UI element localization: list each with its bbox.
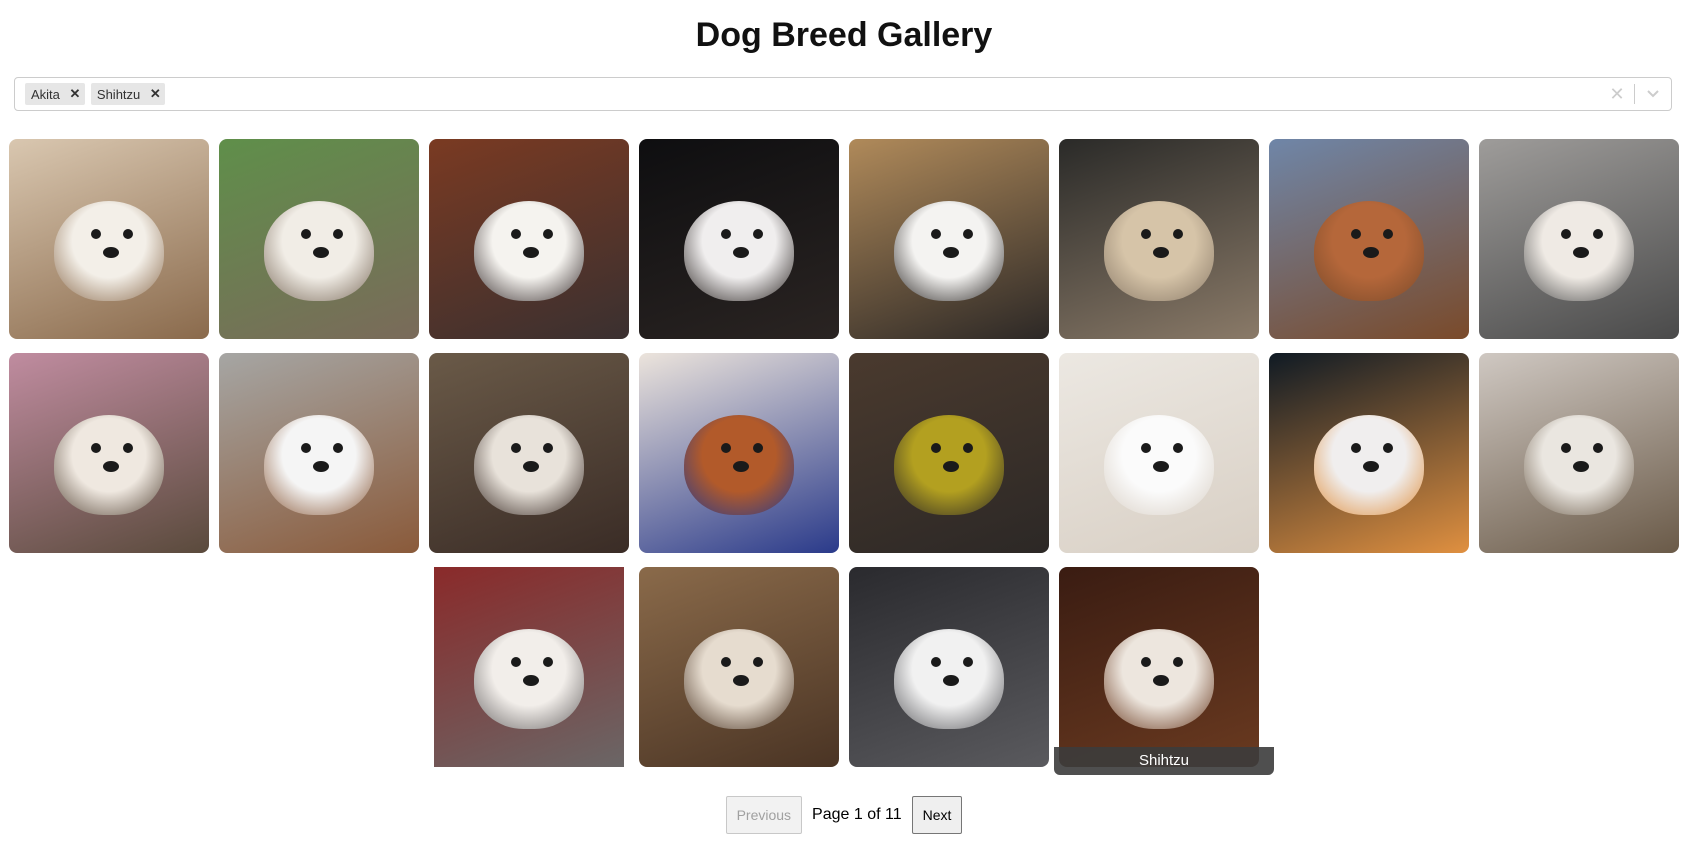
dog-image[interactable]: [434, 567, 624, 767]
dog-eye: [1593, 229, 1603, 239]
dog-nose: [1153, 675, 1169, 686]
dog-image[interactable]: [9, 139, 209, 339]
close-icon[interactable]: ✕: [1600, 78, 1634, 110]
dog-nose: [1153, 461, 1169, 472]
previous-button[interactable]: Previous: [725, 796, 803, 834]
dog-eye: [963, 443, 973, 453]
dog-eye: [753, 443, 763, 453]
next-button[interactable]: Next: [911, 796, 963, 834]
dog-eye: [543, 443, 553, 453]
dog-eye: [721, 229, 731, 239]
dog-eye: [1383, 443, 1393, 453]
chip-akita: Akita ✕: [25, 83, 85, 105]
dog-image[interactable]: [9, 353, 209, 553]
dog-eye: [931, 229, 941, 239]
chip-label: Akita: [31, 86, 60, 102]
dog-image[interactable]: [1479, 353, 1679, 553]
dog-eye: [753, 229, 763, 239]
dog-nose: [523, 461, 539, 472]
page-indicator: Page 1 of 11: [812, 806, 902, 823]
dog-nose: [1363, 247, 1379, 258]
breed-tooltip: Shihtzu: [1054, 747, 1274, 775]
chip-label: Shihtzu: [96, 86, 141, 102]
dog-eye: [301, 229, 311, 239]
selected-breeds: Akita ✕ Shihtzu ✕: [15, 83, 1600, 105]
chip-shihtzu: Shihtzu ✕: [90, 83, 166, 105]
dog-eye: [931, 657, 941, 667]
dog-eye: [1141, 443, 1151, 453]
dog-image[interactable]: [1059, 353, 1259, 553]
page-title: Dog Breed Gallery: [695, 16, 993, 54]
dog-eye: [123, 443, 133, 453]
dog-eye: [963, 229, 973, 239]
dog-nose: [523, 675, 539, 686]
dog-eye: [91, 443, 101, 453]
dog-image[interactable]: [849, 139, 1049, 339]
close-icon[interactable]: ✕: [65, 83, 85, 105]
dog-image[interactable]: [849, 567, 1049, 767]
dog-eye: [1141, 229, 1151, 239]
dog-image[interactable]: [219, 139, 419, 339]
dog-nose: [943, 247, 959, 258]
breed-multi-select[interactable]: Akita ✕ Shihtzu ✕ ✕: [14, 77, 1672, 111]
dog-eye: [1351, 229, 1361, 239]
dog-eye: [721, 443, 731, 453]
dog-eye: [931, 443, 941, 453]
chevron-down-icon[interactable]: [1635, 78, 1671, 110]
dog-eye: [1173, 229, 1183, 239]
dog-nose: [943, 461, 959, 472]
dog-image[interactable]: [1479, 139, 1679, 339]
dog-nose: [313, 461, 329, 472]
dog-nose: [733, 461, 749, 472]
dog-eye: [1351, 443, 1361, 453]
dog-image[interactable]: [1059, 567, 1259, 767]
dog-eye: [511, 657, 521, 667]
dog-eye: [753, 657, 763, 667]
pagination: Previous Page 1 of 11 Next: [0, 796, 1688, 834]
dog-nose: [103, 461, 119, 472]
dog-image[interactable]: [639, 139, 839, 339]
dog-eye: [511, 443, 521, 453]
dog-eye: [543, 657, 553, 667]
dog-nose: [1573, 461, 1589, 472]
close-icon[interactable]: ✕: [145, 83, 165, 105]
dog-image[interactable]: [639, 353, 839, 553]
dog-eye: [1173, 657, 1183, 667]
dog-image[interactable]: [849, 353, 1049, 553]
dog-image[interactable]: [1269, 353, 1469, 553]
dog-eye: [543, 229, 553, 239]
dog-image[interactable]: [1059, 139, 1259, 339]
dog-image[interactable]: [1269, 139, 1469, 339]
dog-eye: [333, 443, 343, 453]
dog-nose: [1363, 461, 1379, 472]
dog-eye: [1141, 657, 1151, 667]
dog-nose: [1573, 247, 1589, 258]
scrollbar[interactable]: [1690, 0, 1705, 853]
dog-eye: [301, 443, 311, 453]
dog-eye: [123, 229, 133, 239]
dog-image[interactable]: [219, 353, 419, 553]
dog-eye: [1173, 443, 1183, 453]
dog-eye: [1383, 229, 1393, 239]
dog-nose: [523, 247, 539, 258]
dog-nose: [103, 247, 119, 258]
select-indicators: ✕: [1600, 78, 1671, 110]
dog-nose: [733, 247, 749, 258]
dog-eye: [511, 229, 521, 239]
dog-eye: [721, 657, 731, 667]
dog-nose: [313, 247, 329, 258]
dog-nose: [733, 675, 749, 686]
dog-eye: [91, 229, 101, 239]
dog-image[interactable]: [429, 139, 629, 339]
dog-image[interactable]: [429, 353, 629, 553]
dog-eye: [333, 229, 343, 239]
dog-nose: [943, 675, 959, 686]
dog-eye: [963, 657, 973, 667]
dog-nose: [1153, 247, 1169, 258]
dog-image[interactable]: [639, 567, 839, 767]
image-gallery: [0, 0, 1705, 853]
dog-eye: [1561, 229, 1571, 239]
dog-eye: [1593, 443, 1603, 453]
dog-eye: [1561, 443, 1571, 453]
